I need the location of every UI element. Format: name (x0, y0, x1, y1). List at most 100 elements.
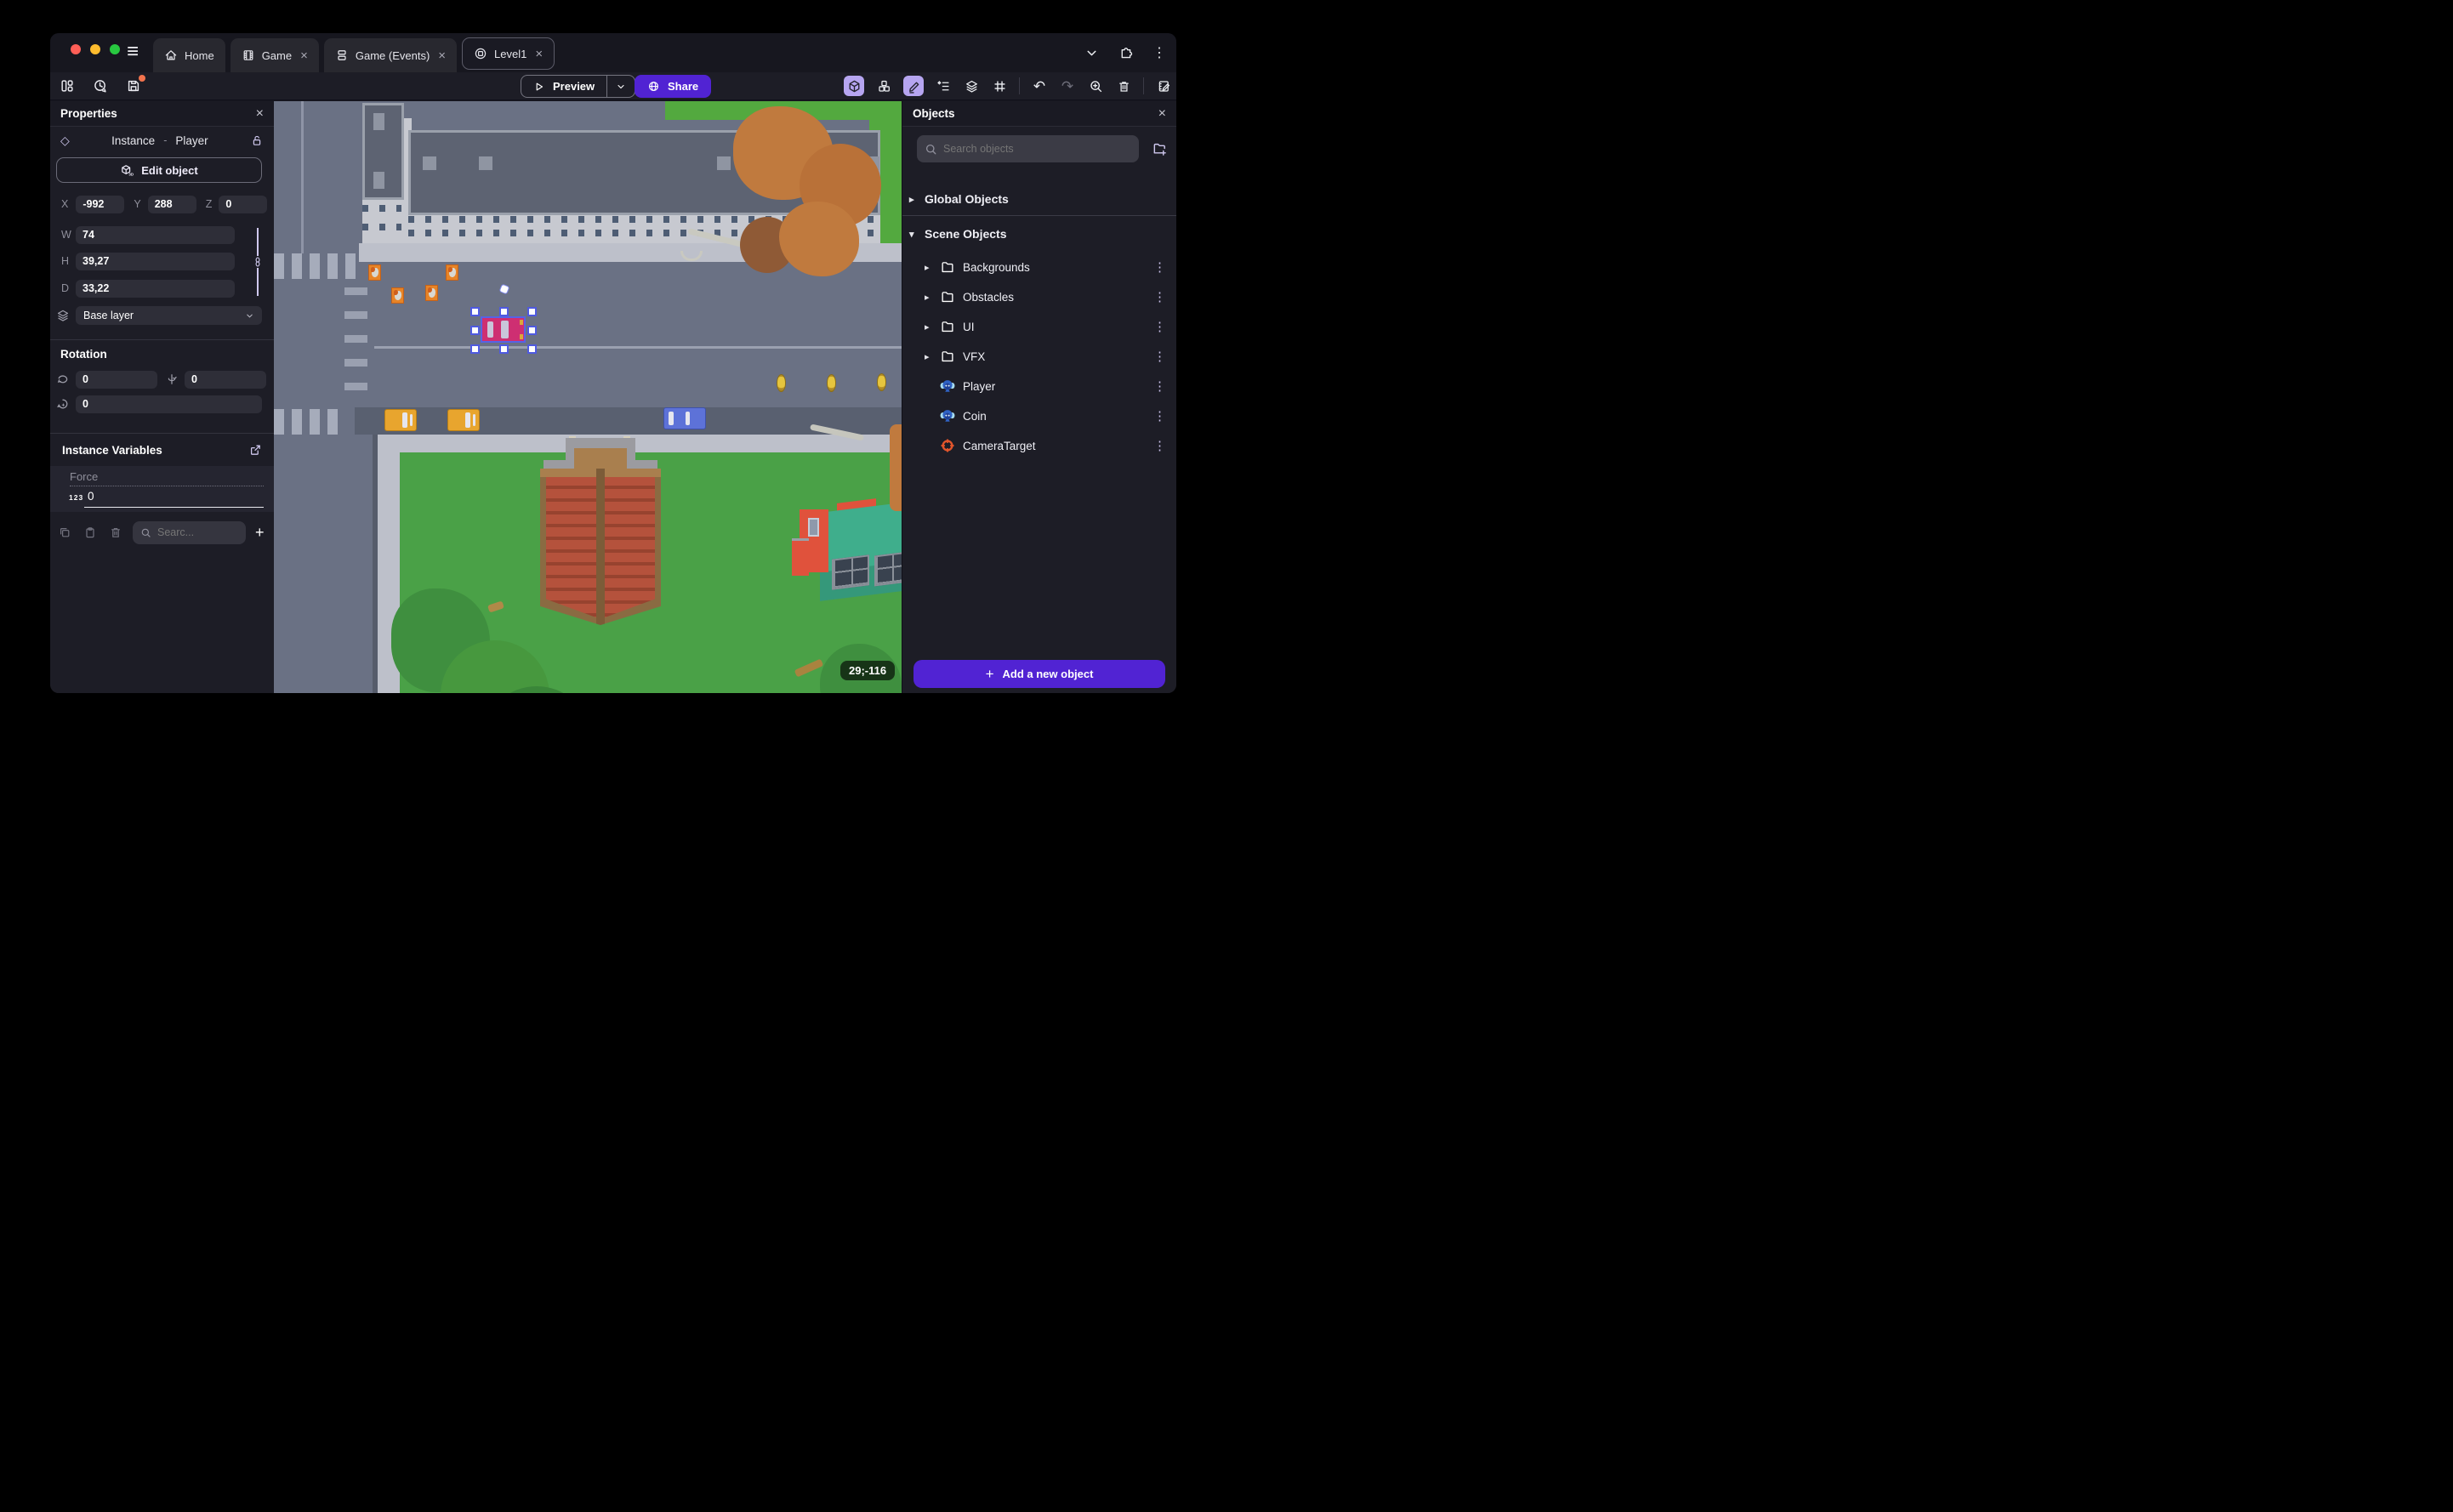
history-icon[interactable] (93, 78, 108, 94)
row-menu-icon[interactable]: ⋮ (1153, 378, 1166, 394)
autumn-tree-instance[interactable] (890, 424, 902, 511)
player-car-instance[interactable] (481, 316, 526, 343)
coin-instance[interactable] (827, 374, 836, 392)
preview-button[interactable]: Preview (521, 76, 606, 97)
global-objects-group[interactable]: ▸ Global Objects (902, 186, 1176, 212)
object-row-coin[interactable]: Coin ⋮ (902, 401, 1176, 430)
redo-button[interactable]: ↷ (1059, 77, 1076, 94)
copy-icon[interactable] (58, 526, 71, 539)
chevron-down-icon[interactable] (1084, 46, 1099, 60)
resize-handle[interactable] (527, 326, 537, 335)
rotation-y-input[interactable] (185, 370, 266, 389)
variable-value[interactable]: 0 (88, 490, 94, 503)
object-row-player[interactable]: Player ⋮ (902, 372, 1176, 401)
tab-game-events[interactable]: Game (Events) × (323, 38, 458, 72)
lock-ratio-control[interactable] (253, 228, 263, 296)
project-manager-icon[interactable] (60, 78, 75, 94)
grid-button[interactable] (991, 77, 1008, 94)
variable-name[interactable]: Force (70, 470, 98, 483)
crate-instance[interactable] (446, 264, 458, 281)
brick-tower-instance[interactable] (540, 436, 661, 628)
row-menu-icon[interactable]: ⋮ (1153, 259, 1166, 275)
rotation-x-input[interactable] (76, 370, 157, 389)
object-row-cameratarget[interactable]: CameraTarget ⋮ (902, 431, 1176, 460)
extensions-puzzle-icon[interactable] (1118, 46, 1133, 60)
scene-objects-group[interactable]: ▾ Scene Objects (902, 221, 1176, 247)
crate-instance[interactable] (391, 287, 404, 304)
scene-canvas[interactable]: 29;-116 (274, 101, 902, 693)
building-facade[interactable] (362, 195, 404, 243)
close-window-button[interactable] (71, 44, 81, 54)
zoom-button[interactable] (1087, 77, 1104, 94)
object-row-vfx[interactable]: ▸ VFX ⋮ (902, 342, 1176, 371)
rotation-z-input[interactable] (76, 395, 262, 413)
objects-search-input[interactable] (943, 143, 1131, 155)
coin-instance[interactable] (877, 373, 886, 391)
y-input[interactable] (147, 195, 196, 213)
close-tab-icon[interactable]: × (300, 48, 308, 63)
row-menu-icon[interactable]: ⋮ (1153, 408, 1166, 423)
maximize-window-button[interactable] (110, 44, 120, 54)
object-row-backgrounds[interactable]: ▸ Backgrounds ⋮ (902, 253, 1176, 281)
trash-icon[interactable] (109, 526, 122, 539)
resize-handle[interactable] (499, 307, 509, 316)
variables-search-input[interactable] (157, 526, 238, 538)
taxi-instance[interactable] (447, 409, 480, 431)
share-button[interactable]: Share (635, 75, 712, 98)
external-link-icon[interactable] (248, 443, 262, 457)
row-menu-icon[interactable]: ⋮ (1153, 319, 1166, 334)
resize-handle[interactable] (499, 344, 509, 354)
building-roof[interactable] (362, 103, 404, 200)
browser-menu-icon[interactable]: ⋮ (1153, 44, 1166, 61)
depth-input[interactable] (76, 279, 235, 298)
resize-handle[interactable] (527, 307, 537, 316)
close-panel-icon[interactable]: × (1158, 106, 1166, 122)
tab-game[interactable]: Game × (230, 38, 319, 72)
variables-search[interactable] (133, 520, 246, 544)
add-new-object-button[interactable]: + Add a new object (913, 660, 1165, 688)
instances-list-button[interactable] (935, 77, 952, 94)
x-input[interactable] (76, 195, 125, 213)
paste-icon[interactable] (83, 526, 97, 539)
edit-scene-properties-button[interactable] (1155, 77, 1172, 94)
add-folder-icon[interactable] (1152, 141, 1168, 157)
coin-instance[interactable] (777, 374, 786, 392)
tab-level1[interactable]: Level1 × (462, 37, 555, 70)
crate-instance[interactable] (425, 285, 438, 301)
close-tab-icon[interactable]: × (535, 47, 543, 61)
unlock-icon[interactable] (250, 134, 264, 147)
edit-object-button[interactable]: Edit object (56, 157, 262, 183)
minimize-window-button[interactable] (90, 44, 100, 54)
resize-handle[interactable] (470, 326, 480, 335)
taxi-instance[interactable] (384, 409, 417, 431)
autumn-tree-instance[interactable] (779, 202, 859, 276)
resize-handle[interactable] (527, 344, 537, 354)
z-input[interactable] (219, 195, 268, 213)
row-menu-icon[interactable]: ⋮ (1153, 349, 1166, 364)
close-panel-icon[interactable]: × (256, 106, 264, 122)
height-input[interactable] (76, 252, 235, 270)
instance-origin-marker[interactable] (498, 283, 510, 295)
preview-options-button[interactable] (607, 76, 635, 97)
row-menu-icon[interactable]: ⋮ (1153, 438, 1166, 453)
delete-button[interactable] (1115, 77, 1132, 94)
objects-tool-button[interactable] (875, 77, 892, 94)
resize-handle[interactable] (470, 307, 480, 316)
menu-icon[interactable]: ≡ (127, 40, 139, 64)
resize-handle[interactable] (470, 344, 480, 354)
car-instance[interactable] (663, 407, 706, 429)
row-menu-icon[interactable]: ⋮ (1153, 289, 1166, 304)
toggle-3d-view-button[interactable] (844, 76, 864, 96)
width-input[interactable] (76, 225, 235, 244)
layers-button[interactable] (963, 77, 980, 94)
save-icon[interactable] (126, 75, 145, 94)
objects-search[interactable] (917, 135, 1139, 162)
add-variable-button[interactable]: + (255, 524, 265, 542)
object-row-obstacles[interactable]: ▸ Obstacles ⋮ (902, 282, 1176, 311)
edit-mode-button[interactable] (903, 76, 924, 96)
house-instance[interactable] (792, 498, 902, 601)
crate-instance[interactable] (368, 264, 381, 281)
close-tab-icon[interactable]: × (438, 48, 446, 63)
undo-button[interactable]: ↶ (1031, 77, 1048, 94)
tab-home[interactable]: Home (153, 38, 225, 72)
